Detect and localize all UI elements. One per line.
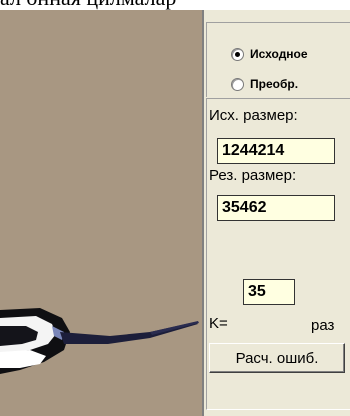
- radio-converted-label: Преобр.: [250, 77, 299, 91]
- info-box: Исх. размер: 1244214 Рез. размер: 35462 …: [206, 98, 350, 410]
- calc-error-button[interactable]: Расч. ошиб.: [209, 343, 345, 373]
- radio-source-circle[interactable]: [231, 47, 244, 61]
- control-panel: Исходное Преобр. Исх. размер: 1244214 Ре…: [204, 10, 350, 416]
- ratio-value: 35: [243, 279, 295, 305]
- result-size-value: 35462: [217, 195, 335, 221]
- image-content: [0, 308, 199, 374]
- top-caption: ал онная цилмалар: [0, 0, 350, 10]
- ratio-suffix: раз: [311, 317, 335, 334]
- radio-converted-circle[interactable]: [231, 77, 244, 91]
- source-size-label: Исх. размер:: [209, 107, 298, 124]
- view-mode-group: Исходное Преобр.: [206, 22, 350, 97]
- ratio-prefix: K=: [209, 315, 228, 332]
- radio-source-label: Исходное: [250, 47, 308, 61]
- image-preview: [0, 10, 202, 416]
- radio-source[interactable]: Исходное: [231, 45, 308, 63]
- result-size-label: Рез. размер:: [209, 167, 297, 184]
- source-size-value: 1244214: [217, 138, 335, 164]
- radio-converted[interactable]: Преобр.: [231, 75, 298, 93]
